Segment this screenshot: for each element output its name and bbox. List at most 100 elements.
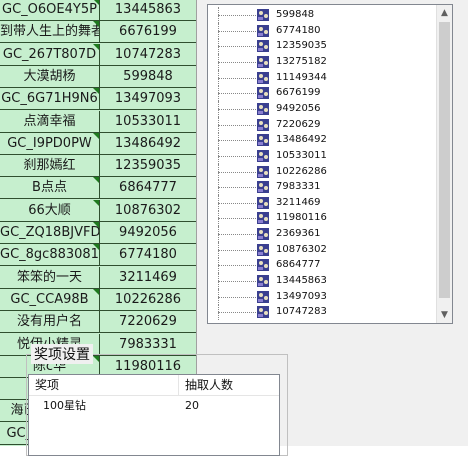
tree-item[interactable]: 13275182	[208, 53, 436, 70]
name-cell[interactable]: 66大顺	[0, 199, 100, 221]
prize-list[interactable]: 奖项 抽取人数 100星钻 20	[28, 374, 280, 456]
sheet-row: GC_O6OE4Y5P 13445863	[0, 0, 196, 21]
tree-item[interactable]: 13486492	[208, 132, 436, 149]
user-group-icon	[257, 134, 269, 147]
sheet-row: GC_8gc8830819 6774180	[0, 244, 196, 267]
id-cell[interactable]: 7983331	[100, 334, 196, 355]
user-group-icon	[257, 149, 269, 162]
tree-guide-horizontal	[218, 155, 256, 157]
tree-item-label: 11980116	[276, 212, 327, 224]
name-cell[interactable]: GC_I9PD0PW	[0, 132, 100, 154]
sheet-row: 悦伊小精灵7983331	[0, 333, 196, 356]
name-cell[interactable]: 到带人生上的舞者	[0, 21, 100, 43]
tree-item-label: 9492056	[276, 102, 321, 114]
id-cell[interactable]: 599848	[100, 66, 196, 87]
tree-scrollbar[interactable]: ▲ ▼	[436, 5, 452, 323]
user-group-icon	[257, 9, 269, 21]
tree-guide-horizontal	[218, 108, 256, 110]
scroll-down-icon[interactable]: ▼	[437, 307, 452, 323]
name-cell[interactable]: 刹那嫣红	[0, 155, 100, 177]
id-cell[interactable]: 6676199	[100, 21, 196, 42]
tree-item-label: 599848	[276, 9, 315, 20]
id-cell[interactable]: 7220629	[100, 311, 196, 332]
tree-guide-horizontal	[218, 15, 256, 16]
id-cell[interactable]: 10876302	[100, 200, 196, 221]
id-cell[interactable]: 3211469	[100, 267, 196, 288]
tree-item[interactable]: 6864777	[208, 257, 436, 274]
name-cell[interactable]: 笨笨的一天	[0, 266, 100, 288]
name-cell[interactable]: GC_267T807D	[0, 43, 100, 65]
name-cell[interactable]: B点点	[0, 177, 100, 199]
sheet-row: 到带人生上的舞者 6676199	[0, 21, 196, 44]
tree-item[interactable]: 10226286	[208, 163, 436, 180]
tree-item[interactable]: 10747283	[208, 304, 436, 321]
name-cell[interactable]: 大漠胡杨	[0, 65, 100, 87]
user-group-icon	[257, 290, 269, 303]
tree-item-label: 10876302	[276, 243, 327, 255]
user-group-icon	[257, 212, 269, 225]
name-cell[interactable]: GC_8gc8830819	[0, 244, 100, 266]
user-group-icon	[257, 181, 269, 194]
tree-item[interactable]: 9492056	[208, 100, 436, 117]
id-cell[interactable]: 10226286	[100, 289, 196, 310]
tree-item[interactable]: 7983331	[208, 179, 436, 196]
id-cell[interactable]: 13445863	[100, 0, 196, 20]
name-cell[interactable]: 点滴幸福	[0, 110, 100, 132]
tree-item[interactable]: 7220629	[208, 116, 436, 133]
id-cell[interactable]: 6774180	[100, 244, 196, 265]
tree-item[interactable]: 10876302	[208, 241, 436, 258]
prize-name-cell[interactable]: 100星钻	[43, 397, 86, 415]
tree-item[interactable]: 6774180	[208, 22, 436, 39]
tree-item-label: 10533011	[276, 149, 327, 161]
id-cell[interactable]: 9492056	[100, 222, 196, 243]
id-cell[interactable]: 13486492	[100, 133, 196, 154]
tree-guide-horizontal	[218, 296, 256, 298]
name-cell[interactable]: GC_6G71H9N6	[0, 88, 100, 110]
name-cell[interactable]: GC_CCA98B	[0, 288, 100, 310]
tree-item[interactable]: 12359035	[208, 38, 436, 55]
name-cell[interactable]: GC_O6OE4Y5P	[0, 0, 100, 20]
tree-item[interactable]: 2369361	[208, 226, 436, 243]
sheet-row: B点点 6864777	[0, 177, 196, 200]
tree-item[interactable]: 13497093	[208, 288, 436, 305]
tree-item[interactable]: 11149344	[208, 69, 436, 86]
tree-item-label: 2369361	[276, 228, 321, 240]
scroll-thumb[interactable]	[439, 22, 450, 298]
tree-guide-horizontal	[218, 265, 256, 267]
name-cell[interactable]: 没有用户名	[0, 311, 100, 333]
id-cell[interactable]: 6864777	[100, 177, 196, 198]
user-group-icon	[257, 228, 269, 241]
user-group-icon	[257, 275, 269, 288]
name-cell[interactable]: GC_ZQ18BJVFD	[0, 222, 100, 243]
column-count[interactable]: 抽取人数	[179, 375, 279, 395]
id-cell[interactable]: 12359035	[100, 155, 196, 176]
sheet-row: 大漠胡杨 599848	[0, 65, 196, 88]
sheet-row: 点滴幸福 10533011	[0, 110, 196, 133]
sheet-row: GC_ZQ18BJVFD 9492056	[0, 222, 196, 244]
tree-item[interactable]: 13445863	[208, 273, 436, 290]
id-cell[interactable]: 13497093	[100, 88, 196, 109]
user-group-icon	[257, 196, 269, 209]
scroll-up-icon[interactable]: ▲	[437, 5, 452, 21]
sheet-row: GC_6G71H9N6 13497093	[0, 88, 196, 111]
tree-guide-horizontal	[218, 93, 256, 95]
sheet-row: GC_CCA98B 10226286	[0, 288, 196, 311]
user-group-icon	[257, 40, 269, 53]
tree-item[interactable]: 3211469	[208, 194, 436, 211]
tree-item[interactable]: 11980116	[208, 210, 436, 227]
tree-guide-horizontal	[218, 140, 256, 142]
column-prize[interactable]: 奖项	[29, 375, 179, 395]
tree-item[interactable]: 599848	[208, 7, 436, 23]
tree-item-label: 3211469	[276, 196, 321, 208]
tree-item[interactable]: 6676199	[208, 85, 436, 102]
id-cell[interactable]: 10533011	[100, 111, 196, 132]
user-group-icon	[257, 71, 269, 84]
tree-item-label: 13486492	[276, 134, 327, 146]
sheet-row: 没有用户名 7220629	[0, 311, 196, 334]
tree-item-label: 13497093	[276, 290, 327, 302]
winner-tree[interactable]: 599848 6774180 12359035 13275182 11149344 667…	[207, 4, 453, 324]
id-cell[interactable]: 10747283	[100, 44, 196, 65]
tree-item-label: 7983331	[276, 181, 321, 193]
prize-count-cell[interactable]: 20	[185, 397, 199, 415]
tree-item[interactable]: 10533011	[208, 147, 436, 164]
